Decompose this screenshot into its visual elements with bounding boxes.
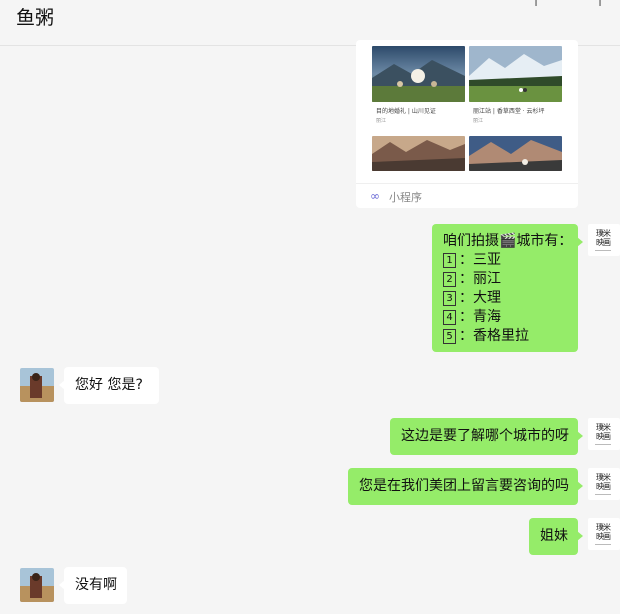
contact-avatar[interactable] <box>20 368 54 402</box>
number-badge: 4 <box>443 310 456 325</box>
logo-underline <box>595 444 611 445</box>
list-item: 4 ：青海 <box>443 308 567 327</box>
city-name: 三亚 <box>473 252 501 268</box>
photo-caption-2: 丽江站 | 香草西堂 · 云杉坪 <box>473 108 545 115</box>
message-text: 咱们拍摄🎬城市有： <box>443 233 573 249</box>
wedding-photo-4[interactable] <box>469 136 562 171</box>
message-bubble[interactable]: 您好 您是? <box>59 367 159 404</box>
message-bubble-city-list[interactable]: 咱们拍摄🎬城市有： 1 ：三亚 2 ：丽江 3 ：大理 4 ：青海 5 ：香格里拉 <box>432 224 583 352</box>
chat-title: 鱼粥 <box>16 7 55 29</box>
list-item: 2 ：丽江 <box>443 270 567 289</box>
mini-program-label: 小程序 <box>389 191 422 204</box>
mini-program-footer: ∞ 小程序 <box>356 183 578 208</box>
photo-subcaption-1: 丽江 <box>376 118 387 124</box>
window-separator-icon: | <box>534 0 538 6</box>
number-badge: 2 <box>443 272 456 287</box>
my-avatar[interactable]: 璞米映画 <box>588 468 620 500</box>
list-item: 3 ：大理 <box>443 289 567 308</box>
message-bubble[interactable]: 姐妹 <box>529 518 583 555</box>
list-item: 1 ：三亚 <box>443 251 567 270</box>
contact-avatar[interactable] <box>20 568 54 602</box>
list-item: 5 ：香格里拉 <box>443 327 567 346</box>
brand-logo: 璞米映画 <box>596 473 611 491</box>
wedding-photo-1[interactable] <box>372 46 465 102</box>
my-avatar[interactable]: 璞米映画 <box>588 418 620 450</box>
logo-underline <box>595 250 611 251</box>
mini-program-icon: ∞ <box>370 189 380 203</box>
city-name: 丽江 <box>473 271 501 287</box>
message-bubble[interactable]: 您是在我们美团上留言要咨询的吗 <box>348 468 583 505</box>
wedding-photo-3[interactable] <box>372 136 465 171</box>
city-name: 香格里拉 <box>473 328 529 344</box>
message-bubble[interactable]: 没有啊 <box>59 567 127 604</box>
wedding-photo-2[interactable] <box>469 46 562 102</box>
window-control-icon[interactable]: | <box>598 0 602 6</box>
mini-program-card[interactable]: 目的地婚礼 | 山川见证 丽江 丽江站 | 香草西堂 · 云杉坪 丽江 ∞ 小程… <box>356 40 578 208</box>
photo-caption-1: 目的地婚礼 | 山川见证 <box>376 108 436 115</box>
logo-underline <box>595 544 611 545</box>
brand-logo: 璞米映画 <box>596 229 611 247</box>
city-name: 青海 <box>473 309 501 325</box>
photo-subcaption-2: 丽江 <box>473 118 484 124</box>
my-avatar[interactable]: 璞米映画 <box>588 518 620 550</box>
message-bubble[interactable]: 这边是要了解哪个城市的呀 <box>390 418 583 455</box>
number-badge: 3 <box>443 291 456 306</box>
number-badge: 1 <box>443 253 456 268</box>
my-avatar[interactable]: 璞米映画 <box>588 224 620 256</box>
number-badge: 5 <box>443 329 456 344</box>
brand-logo: 璞米映画 <box>596 423 611 441</box>
logo-underline <box>595 494 611 495</box>
city-name: 大理 <box>473 290 501 306</box>
brand-logo: 璞米映画 <box>596 523 611 541</box>
